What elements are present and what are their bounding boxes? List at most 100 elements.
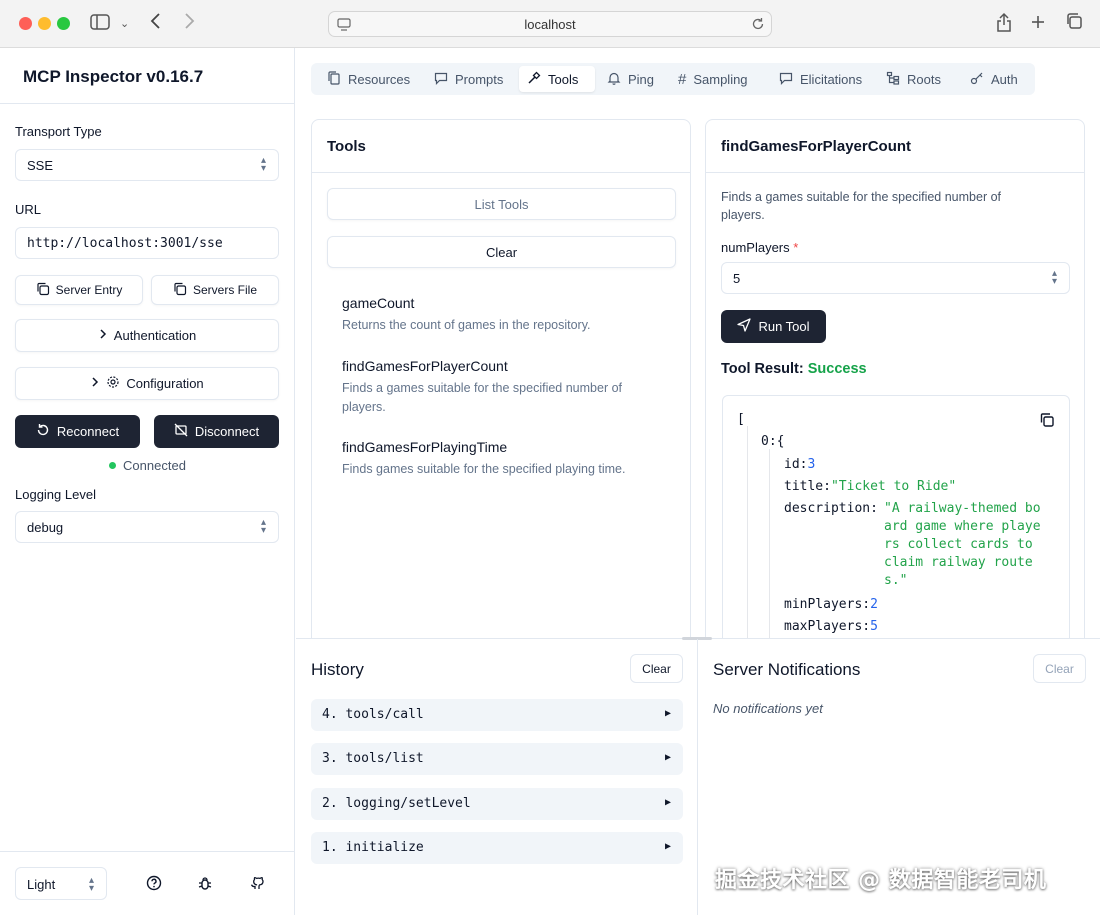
tab-resources[interactable]: Resources	[319, 66, 418, 92]
clear-notifications-button[interactable]: Clear	[1033, 654, 1086, 683]
key-icon	[970, 71, 984, 88]
json-index: 0:	[761, 434, 777, 449]
url-label: URL	[15, 202, 42, 217]
chevron-right-icon	[90, 376, 100, 391]
run-tool-button[interactable]: Run Tool	[721, 310, 826, 343]
message-square-icon	[779, 71, 793, 88]
chevron-right-icon	[98, 328, 108, 343]
theme-select[interactable]: Light ▴ ▾	[15, 867, 107, 900]
share-icon[interactable]	[996, 12, 1012, 38]
bell-icon	[607, 71, 621, 88]
sidebar-toggle-icon[interactable]	[90, 12, 110, 36]
history-item[interactable]: 1. initialize ▶	[311, 832, 683, 864]
copy-icon	[36, 282, 50, 299]
divider	[312, 172, 690, 173]
history-item-label: 3. tools/list	[322, 751, 424, 766]
reload-icon[interactable]	[751, 17, 765, 34]
json-key: title:	[784, 479, 831, 494]
json-string: claim railway route	[884, 555, 1033, 570]
json-index-line: 0:{	[761, 433, 784, 451]
tab-overview-icon[interactable]	[1065, 12, 1083, 36]
tool-result-label: Tool Result:	[721, 361, 804, 377]
tool-list-item[interactable]: findGamesForPlayingTime Finds games suit…	[342, 439, 672, 479]
num-players-input[interactable]: 5 ▴ ▾	[721, 262, 1070, 294]
close-window-button[interactable]	[19, 17, 32, 30]
tool-detail-panel: findGamesForPlayerCount Finds a games su…	[705, 119, 1085, 659]
json-string: "Ticket to Ride"	[830, 479, 957, 494]
authentication-button[interactable]: Authentication	[15, 319, 279, 352]
json-title-line: title:"Ticket to Ride"	[784, 478, 956, 496]
history-title: History	[311, 660, 364, 679]
tool-name: findGamesForPlayingTime	[342, 439, 508, 455]
hash-icon: #	[678, 70, 687, 88]
github-icon[interactable]	[246, 872, 268, 894]
copy-icon[interactable]	[1039, 412, 1055, 432]
json-brace: {	[776, 434, 785, 449]
tool-description: Finds games suitable for the specified p…	[342, 462, 626, 476]
back-icon[interactable]	[150, 12, 162, 36]
reconnect-button[interactable]: Reconnect	[15, 415, 140, 448]
copy-icon	[173, 282, 187, 299]
tab-elicitations[interactable]: Elicitations	[771, 66, 870, 92]
tab-label: Resources	[348, 71, 411, 87]
chevrons-up-down-icon: ▴ ▾	[260, 155, 266, 174]
required-mark: *	[793, 240, 799, 255]
json-key: minPlayers:	[784, 597, 871, 612]
zoom-window-button[interactable]	[57, 17, 70, 30]
history-item[interactable]: 3. tools/list ▶	[311, 743, 683, 775]
list-tools-button[interactable]: List Tools	[327, 188, 676, 220]
tool-list-item[interactable]: findGamesForPlayerCount Finds a games su…	[342, 358, 652, 417]
tools-panel: Tools List Tools Clear gameCount Returns…	[311, 119, 691, 659]
tab-label: Ping	[628, 71, 655, 87]
transport-type-select[interactable]: SSE ▴ ▾	[15, 149, 279, 181]
tab-auth[interactable]: Auth	[962, 66, 1026, 92]
disconnect-label: Disconnect	[194, 424, 260, 439]
tool-list-item[interactable]: gameCount Returns the count of games in …	[342, 295, 672, 335]
url-input[interactable]: http://localhost:3001/sse	[15, 227, 279, 259]
url-text: localhost	[524, 17, 576, 32]
forward-icon[interactable]	[183, 12, 195, 36]
tool-name: findGamesForPlayerCount	[342, 358, 508, 374]
bug-icon[interactable]	[194, 872, 216, 894]
tab-prompts[interactable]: Prompts	[426, 66, 511, 92]
disconnect-button[interactable]: Disconnect	[154, 415, 279, 448]
message-square-icon	[434, 71, 448, 88]
tab-sampling[interactable]: # Sampling	[670, 66, 756, 92]
tab-roots[interactable]: Roots	[878, 66, 949, 92]
divider	[706, 172, 1084, 173]
tab-label: Elicitations	[800, 71, 863, 87]
json-string: "A railway-themed bo	[884, 501, 1041, 516]
clear-tools-button[interactable]: Clear	[327, 236, 676, 268]
expand-icon: ▶	[664, 708, 671, 719]
tool-result-heading: Tool Result: Success	[721, 361, 867, 377]
servers-file-label: Servers File	[192, 283, 257, 297]
transport-type-value: SSE	[27, 158, 54, 173]
help-icon[interactable]	[143, 872, 165, 894]
address-bar[interactable]: localhost	[328, 11, 772, 37]
server-entry-button[interactable]: Server Entry	[15, 275, 143, 305]
configuration-button[interactable]: Configuration	[15, 367, 279, 400]
stepper-icon[interactable]: ▴ ▾	[1052, 269, 1057, 287]
files-icon	[327, 70, 341, 88]
json-desc-key: description:	[784, 501, 878, 516]
history-item-label: 4. tools/call	[322, 707, 424, 722]
history-item[interactable]: 2. logging/setLevel ▶	[311, 788, 683, 820]
minimize-window-button[interactable]	[38, 17, 51, 30]
run-tool-label: Run Tool	[758, 319, 810, 334]
tab-label: Auth	[991, 71, 1018, 87]
servers-file-button[interactable]: Servers File	[151, 275, 279, 305]
history-item[interactable]: 4. tools/call ▶	[311, 699, 683, 731]
new-tab-icon[interactable]	[1030, 12, 1046, 36]
clear-history-button[interactable]: Clear	[630, 654, 683, 683]
logging-level-select[interactable]: debug ▴ ▾	[15, 511, 279, 543]
logging-level-label: Logging Level	[15, 487, 96, 502]
json-key: maxPlayers:	[784, 619, 871, 634]
tab-tools[interactable]: Tools	[519, 66, 595, 92]
param-name: numPlayers	[721, 240, 790, 255]
chevron-down-icon[interactable]: ⌄	[120, 12, 129, 36]
expand-icon: ▶	[664, 797, 671, 808]
tab-ping[interactable]: Ping	[599, 66, 662, 92]
reconnect-label: Reconnect	[56, 424, 120, 439]
server-entry-label: Server Entry	[55, 283, 123, 297]
rotate-ccw-icon	[36, 423, 50, 440]
